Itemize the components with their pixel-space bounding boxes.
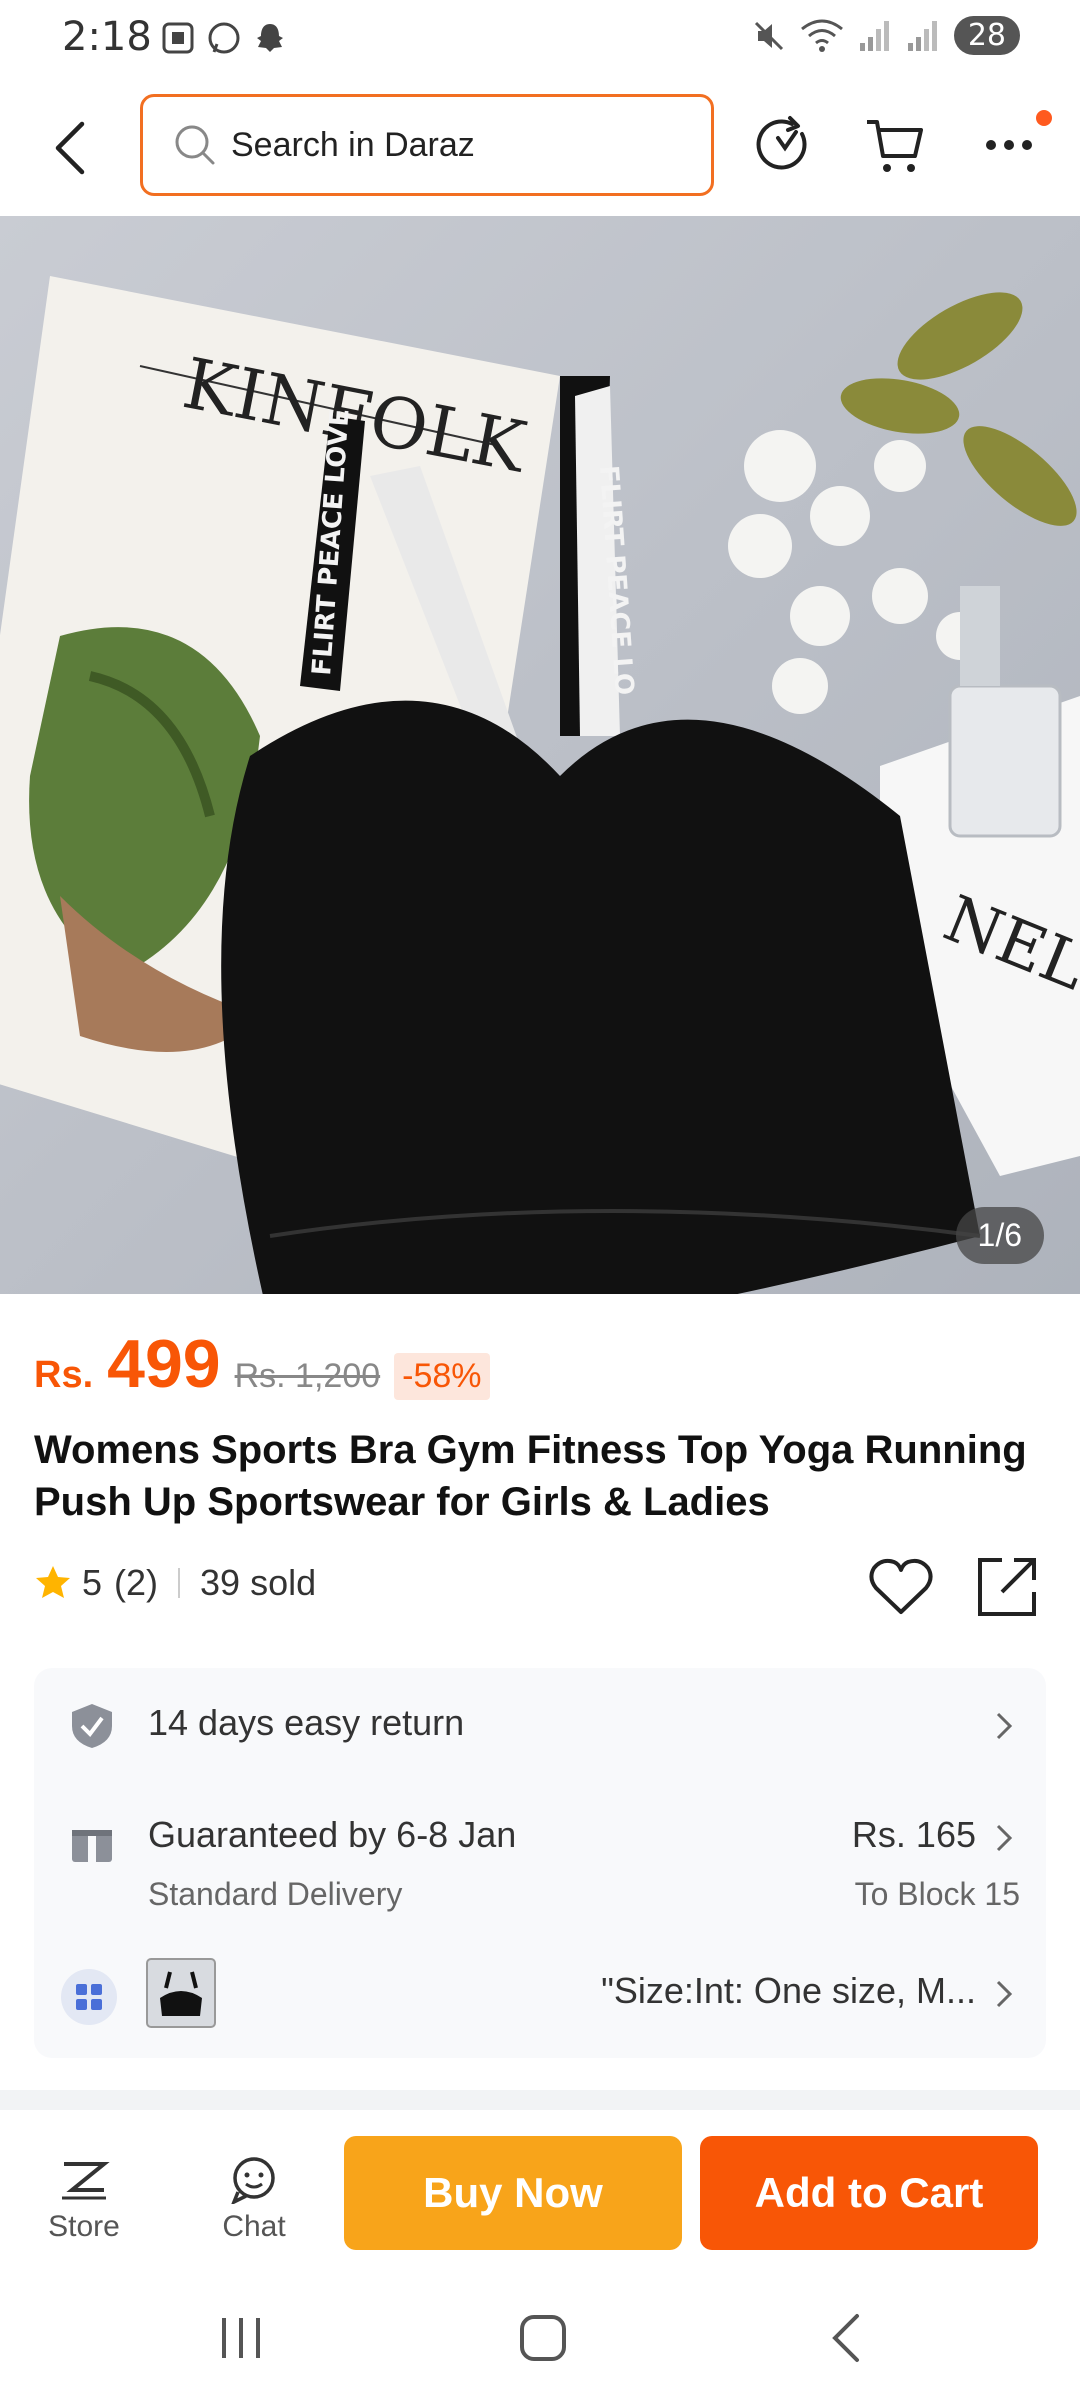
original-price: Rs. 1,200 <box>234 1357 381 1395</box>
delivery-destination: To Block 15 <box>854 1876 1020 1912</box>
more-dots-icon <box>986 140 1032 150</box>
rating-count: (2) <box>114 1562 159 1603</box>
store-label: Store <box>48 2210 120 2243</box>
search-placeholder: Search in Daraz <box>231 125 475 164</box>
cart-icon <box>867 120 923 172</box>
chat-icon <box>231 2157 275 2204</box>
top-nav: Search in Daraz <box>0 80 1080 216</box>
chat-label: Chat <box>222 2210 286 2243</box>
product-image-gallery[interactable]: KINFOLK NEL FLIRT PEACE LOVE FLIRT PEACE… <box>0 216 1080 1294</box>
signal-icon <box>907 20 937 51</box>
bottom-action-bar: Store Chat Buy Now Add to Cart <box>0 2112 1080 2272</box>
delivery-type: Standard Delivery <box>148 1876 403 1912</box>
refresh-history-icon <box>756 116 807 170</box>
system-navigation-bar <box>0 2272 1080 2400</box>
signal-icon <box>859 20 889 51</box>
price-row: Rs. 499 Rs. 1,200 -58% <box>34 1325 490 1403</box>
star-icon <box>36 1566 70 1598</box>
notification-dot <box>1036 110 1052 126</box>
delivery-guarantee: Guaranteed by 6-8 Jan <box>148 1814 517 1855</box>
sold-count: 39 sold <box>200 1562 317 1603</box>
status-time: 2:18 <box>62 14 152 60</box>
status-bar: 2:18 28 <box>0 0 1080 80</box>
rating-value: 5 <box>82 1562 103 1603</box>
heart-icon <box>869 1558 933 1614</box>
rating-row[interactable]: 5 (2) 39 sold <box>34 1562 316 1604</box>
snapchat-icon <box>257 24 283 52</box>
return-policy-row[interactable]: 14 days easy return <box>34 1668 1046 1784</box>
chevron-right-icon <box>996 1824 1013 1852</box>
discount-badge: -58% <box>394 1353 490 1400</box>
chat-button[interactable]: Chat <box>194 2156 314 2244</box>
wishlist-button[interactable] <box>866 1552 936 1622</box>
price-currency: Rs. <box>34 1354 94 1396</box>
shield-check-icon <box>72 1704 112 1748</box>
share-button[interactable] <box>972 1552 1042 1622</box>
recent-apps-icon <box>222 2318 260 2358</box>
buy-now-button[interactable]: Buy Now <box>344 2136 682 2250</box>
wifi-icon <box>800 19 843 52</box>
variant-row[interactable]: "Size:Int: One size, M... <box>34 1934 1046 2058</box>
whatsapp-icon <box>208 22 240 54</box>
back-button[interactable] <box>40 110 100 186</box>
separator <box>178 1568 181 1598</box>
chevron-right-icon <box>996 1712 1013 1740</box>
more-button[interactable] <box>974 110 1044 180</box>
history-button[interactable] <box>748 110 818 180</box>
share-icon <box>978 1558 1036 1616</box>
delivery-price: Rs. 165 <box>851 1814 976 1855</box>
variant-thumbnail <box>146 1958 216 2028</box>
section-divider <box>0 2090 1080 2110</box>
status-system-icons: 28 <box>752 16 1020 55</box>
product-title: Womens Sports Bra Gym Fitness Top Yoga R… <box>34 1428 1027 1524</box>
home-icon <box>520 2315 566 2361</box>
home-button[interactable] <box>508 2308 578 2368</box>
delivery-row[interactable]: Guaranteed by 6-8 Jan Standard Delivery … <box>34 1784 1046 1934</box>
cart-button[interactable] <box>860 110 930 180</box>
screenshot-icon <box>162 22 194 54</box>
add-to-cart-button[interactable]: Add to Cart <box>700 2136 1038 2250</box>
recent-apps-button[interactable] <box>206 2308 276 2368</box>
search-icon <box>175 125 215 165</box>
return-label: 14 days easy return <box>148 1702 465 1743</box>
system-back-button[interactable] <box>810 2308 880 2368</box>
product-image: KINFOLK NEL FLIRT PEACE LOVE FLIRT PEACE… <box>0 216 1080 1294</box>
search-input[interactable]: Search in Daraz <box>140 94 714 196</box>
mute-icon <box>754 21 783 50</box>
status-notification-icons <box>160 20 288 56</box>
service-info-card: 14 days easy return Guaranteed by 6-8 Ja… <box>34 1668 1046 2058</box>
system-back-icon <box>832 2314 859 2362</box>
store-logo-icon <box>62 2162 110 2200</box>
chevron-right-icon <box>996 1980 1013 2008</box>
battery-level: 28 <box>953 16 1020 55</box>
store-button[interactable]: Store <box>24 2156 144 2244</box>
price-value: 499 <box>107 1326 221 1402</box>
back-arrow-icon <box>55 121 85 175</box>
image-counter: 1/6 <box>955 1207 1044 1264</box>
variants-grid-icon <box>61 1969 117 2025</box>
package-icon <box>72 1822 112 1862</box>
variant-selection: "Size:Int: One size, M... <box>601 1970 976 2011</box>
